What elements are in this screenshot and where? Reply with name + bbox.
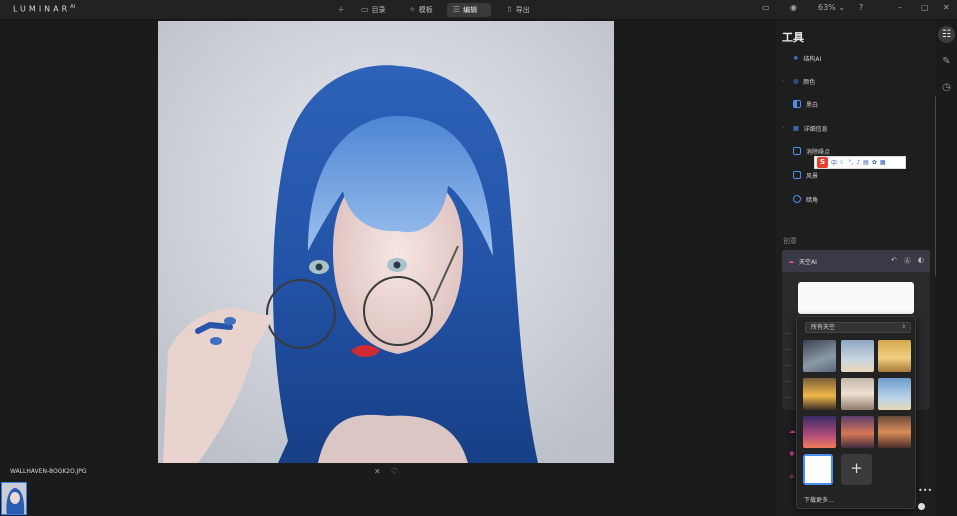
keyboard-icon[interactable]: ▤ xyxy=(863,159,869,166)
tools-icon[interactable]: ☷ xyxy=(938,26,955,43)
share-icon: ⇧ xyxy=(506,5,513,14)
sky-thumb[interactable] xyxy=(803,378,836,410)
tool-bw[interactable]: 黑白 xyxy=(782,97,818,111)
bw-icon xyxy=(793,100,801,108)
sunrays-icon[interactable]: ✺ xyxy=(789,443,796,466)
sky-dropdown: 所有天空 ⇕ + 下载更多... xyxy=(796,316,916,509)
file-name: WALLHAVEN-8OGK2O.JPG xyxy=(10,468,87,475)
plus-icon: ＋ xyxy=(337,5,345,14)
sky-thumb[interactable] xyxy=(841,378,874,410)
ai-icon[interactable]: Ⓐ xyxy=(904,256,911,266)
ime-toolbar[interactable]: S 中 ☾ °, ♪ ▤ ✿ ▦ xyxy=(814,156,906,169)
mic-icon[interactable]: ♪ xyxy=(856,159,860,166)
favorite-icon[interactable]: ♡ xyxy=(391,467,398,476)
minimize-icon[interactable]: – xyxy=(898,3,902,12)
undo-icon[interactable]: ↶ xyxy=(891,256,897,266)
sky-selection-preview[interactable] xyxy=(798,282,914,314)
tool-details[interactable]: › ▦ 详细信息 xyxy=(782,121,828,135)
wand-icon: ✧ xyxy=(409,5,416,14)
toggle-icon[interactable]: ◐ xyxy=(918,256,924,266)
reject-icon[interactable]: ✕ xyxy=(374,467,381,476)
glow-icon[interactable]: ✳ xyxy=(789,466,796,489)
export-tab[interactable]: ⇧ 导出 xyxy=(500,3,536,17)
app-logo: LUMINARAI xyxy=(13,4,76,14)
sky-thumb[interactable] xyxy=(841,340,874,372)
sky-thumb[interactable] xyxy=(878,340,911,372)
tool-vignette[interactable]: 暗角 xyxy=(782,192,818,206)
landscape-icon xyxy=(793,171,801,179)
sky-custom-selected[interactable] xyxy=(803,454,833,485)
image-canvas[interactable] xyxy=(0,21,760,467)
download-more-link[interactable]: 下载更多... xyxy=(804,495,834,504)
vignette-icon xyxy=(793,195,801,203)
sliders-icon: ☰ xyxy=(453,5,461,14)
cloud-icon: ☁ xyxy=(788,257,794,265)
sky-category-select[interactable]: 所有天空 ⇕ xyxy=(805,322,911,333)
add-button[interactable]: ＋ xyxy=(331,3,351,17)
help-icon[interactable]: ? xyxy=(859,3,863,12)
templates-tab[interactable]: ✧ 模板 xyxy=(403,3,439,17)
edit-tab[interactable]: ☰ 编辑 xyxy=(447,3,491,17)
more-options-icon[interactable]: ••• xyxy=(918,486,932,495)
close-icon[interactable]: ✕ xyxy=(943,3,950,12)
sky-thumb[interactable] xyxy=(878,378,911,410)
panel-title: 工具 xyxy=(782,31,804,44)
filmstrip-thumbnail[interactable] xyxy=(1,482,27,515)
details-icon: ▦ xyxy=(793,124,799,132)
sky-thumb[interactable] xyxy=(803,416,836,448)
brush-icon[interactable]: ✎ xyxy=(938,53,955,70)
tool-color[interactable]: › ◍ 颜色 xyxy=(782,74,815,88)
tool-structure[interactable]: ❖ 结构AI xyxy=(782,51,821,65)
chevron-updown-icon: ⇕ xyxy=(901,324,906,330)
compare-icon[interactable]: ▭ xyxy=(762,3,770,12)
sky-card-options: …………… xyxy=(785,329,791,400)
sky-thumb[interactable] xyxy=(878,416,911,448)
creative-tool-icons: ☁ ✺ ✳ xyxy=(789,420,796,489)
sky-thumb[interactable] xyxy=(803,340,836,372)
punctuation-icon[interactable]: °, xyxy=(848,159,853,166)
skin-icon[interactable]: ✿ xyxy=(872,159,877,166)
zoom-select[interactable]: 63% ⌄ xyxy=(818,3,845,12)
section-creative: 创意 xyxy=(783,237,797,245)
photo-preview xyxy=(158,21,614,463)
chevron-right-icon: › xyxy=(782,78,784,84)
top-toolbar: LUMINARAI ＋ ▭ 目录 ✧ 模板 ☰ 编辑 ⇧ 导出 ▭ ◉ 63% ⌄ ? … xyxy=(0,0,957,20)
photo-actions: ✕ ♡ xyxy=(374,467,398,476)
denoise-icon xyxy=(793,147,801,155)
color-icon: ◍ xyxy=(793,77,799,85)
slider-knob[interactable] xyxy=(918,503,925,510)
augmented-sky-icon[interactable]: ☁ xyxy=(789,420,796,443)
right-rail: ☷ ✎ ◷ xyxy=(936,21,957,516)
maximize-icon[interactable]: ▢ xyxy=(921,3,929,12)
grid-icon[interactable]: ▦ xyxy=(880,159,886,166)
catalog-tab[interactable]: ▭ 目录 xyxy=(355,3,392,17)
structure-icon: ❖ xyxy=(793,54,799,62)
eye-icon[interactable]: ◉ xyxy=(790,3,797,12)
tool-landscape[interactable]: 风景 xyxy=(782,168,818,182)
chevron-right-icon: › xyxy=(782,125,784,131)
sogou-logo: S xyxy=(817,157,828,168)
folder-icon: ▭ xyxy=(361,5,369,14)
history-icon[interactable]: ◷ xyxy=(938,79,955,96)
sky-ai-header[interactable]: ☁ 天空AI ↶ Ⓐ ◐ xyxy=(782,250,930,272)
moon-icon[interactable]: ☾ xyxy=(840,159,845,166)
sky-thumb[interactable] xyxy=(841,416,874,448)
add-sky-button[interactable]: + xyxy=(841,454,872,485)
